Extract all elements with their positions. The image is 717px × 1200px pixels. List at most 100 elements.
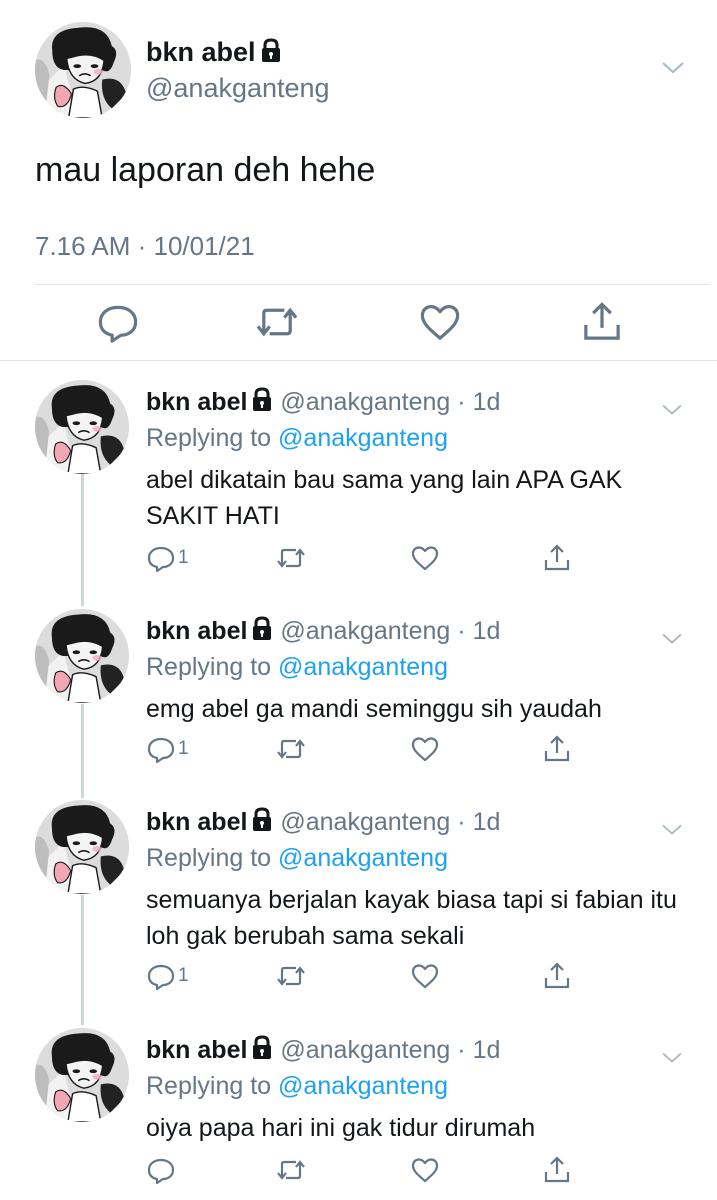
tweet-actions [146,1152,586,1188]
retweet-icon [276,1155,306,1185]
replying-to-label: Replying to [146,1072,279,1100]
avatar[interactable] [35,800,129,894]
author-name[interactable]: bkn abel [146,617,247,645]
reply-icon [146,961,176,991]
reply-count: 1 [178,738,189,759]
like-icon [410,961,440,991]
avatar[interactable] [35,609,129,703]
like-button[interactable] [410,731,440,767]
reply-header: bkn abel @anakganteng · 1d [146,386,500,418]
share-icon [542,734,572,764]
share-button[interactable] [542,1152,572,1188]
reply-header: bkn abel @anakganteng · 1d [146,806,500,838]
replying-to: Replying to @anakganteng [146,842,448,874]
reply-icon [146,1155,176,1185]
reply-tweet[interactable]: bkn abel @anakganteng · 1d Replying to @… [0,380,717,580]
dot-separator: · [450,617,473,645]
reply-count: 1 [178,547,189,568]
retweet-button[interactable] [276,1152,306,1188]
share-icon[interactable] [580,300,624,344]
replying-to-link[interactable]: @anakganteng [278,653,448,681]
like-button[interactable] [410,958,440,994]
reply-tweet[interactable]: bkn abel @anakganteng · 1d Replying to @… [0,800,717,1010]
author-handle[interactable]: @anakganteng [280,388,450,416]
replying-to: Replying to @anakganteng [146,422,448,454]
tweet-age[interactable]: 1d [473,617,501,645]
share-icon [542,1155,572,1185]
chevron-down-icon[interactable] [660,820,684,838]
replying-to-label: Replying to [146,653,279,681]
divider [0,360,717,361]
lock-icon [251,807,273,833]
author-name[interactable]: bkn abel [146,388,247,416]
share-button[interactable] [542,540,572,576]
retweet-icon [276,961,306,991]
retweet-icon [276,543,306,573]
tweet-text: emg abel ga mandi seminggu sih yaudah [146,695,602,723]
author-name[interactable]: bkn abel [146,36,282,68]
tweet-actions [0,300,717,344]
replying-to-link[interactable]: @anakganteng [278,424,448,452]
avatar[interactable] [35,22,131,118]
replying-to-link[interactable]: @anakganteng [278,844,448,872]
like-icon [410,543,440,573]
replying-to: Replying to @anakganteng [146,1070,448,1102]
reply-button[interactable]: 1 [146,540,189,576]
chevron-down-icon[interactable] [660,57,686,77]
author-handle[interactable]: @anakganteng [280,808,450,836]
retweet-button[interactable] [276,540,306,576]
replying-to-label: Replying to [146,844,279,872]
reply-icon [146,734,176,764]
tweet-age[interactable]: 1d [473,1036,501,1064]
retweet-button[interactable] [276,958,306,994]
like-button[interactable] [410,1152,440,1188]
reply-tweet[interactable]: bkn abel @anakganteng · 1d Replying to @… [0,609,717,779]
lock-icon [251,616,273,642]
avatar[interactable] [35,1028,129,1122]
reply-tweet[interactable]: bkn abel @anakganteng · 1d Replying to @… [0,1028,717,1198]
retweet-icon [276,734,306,764]
tweet-timestamp[interactable]: 7.16 AM · 10/01/21 [35,228,255,264]
tweet-actions: 1 [146,958,586,994]
lock-icon [260,38,282,64]
tweet-age[interactable]: 1d [473,808,501,836]
retweet-icon[interactable] [255,300,299,344]
reply-icon [146,543,176,573]
reply-button[interactable] [146,1152,178,1188]
chevron-down-icon[interactable] [660,1048,684,1066]
share-button[interactable] [542,958,572,994]
avatar[interactable] [35,380,129,474]
chevron-down-icon[interactable] [660,400,684,418]
author-handle[interactable]: @anakganteng [280,617,450,645]
reply-button[interactable]: 1 [146,958,189,994]
reply-button[interactable]: 1 [146,731,189,767]
tweet-actions: 1 [146,731,586,767]
dot-separator: · [450,1036,473,1064]
reply-header: bkn abel @anakganteng · 1d [146,615,500,647]
tweet-age[interactable]: 1d [473,388,501,416]
replying-to-link[interactable]: @anakganteng [278,1072,448,1100]
tweet-text: oiya papa hari ini gak tidur dirumah [146,1114,536,1142]
like-icon [410,1155,440,1185]
tweet-text: abel dikatain bau sama yang lain APA GAK… [146,466,623,530]
lock-icon [251,387,273,413]
like-icon[interactable] [418,300,462,344]
reply-header: bkn abel @anakganteng · 1d [146,1034,500,1066]
author-name-text: bkn abel [146,37,256,67]
like-icon [410,734,440,764]
share-button[interactable] [542,731,572,767]
author-name[interactable]: bkn abel [146,808,247,836]
replying-to-label: Replying to [146,424,279,452]
author-name[interactable]: bkn abel [146,1036,247,1064]
share-icon [542,543,572,573]
lock-icon [251,1035,273,1061]
like-button[interactable] [410,540,440,576]
retweet-button[interactable] [276,731,306,767]
reply-icon[interactable] [96,300,140,344]
author-handle[interactable]: @anakganteng [280,1036,450,1064]
author-handle[interactable]: @anakganteng [146,72,330,104]
chevron-down-icon[interactable] [660,629,684,647]
dot-separator: · [450,808,473,836]
tweet-text: mau laporan deh hehe [35,151,376,189]
divider [35,284,710,285]
